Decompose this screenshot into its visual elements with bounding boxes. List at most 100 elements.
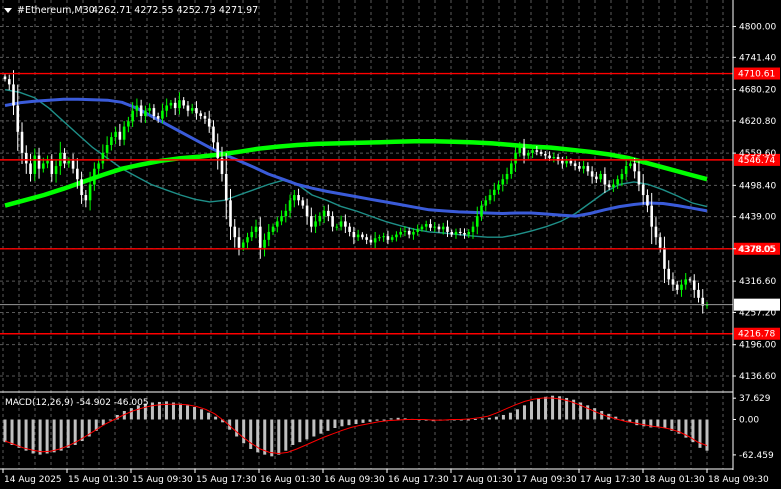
candle-body xyxy=(67,160,71,164)
candle-body xyxy=(369,239,373,243)
candle-body xyxy=(697,289,700,298)
macd-histogram-bar xyxy=(558,396,562,420)
candle-body xyxy=(288,200,292,211)
candle-body xyxy=(365,237,368,240)
candle-body xyxy=(195,108,198,114)
candle-body xyxy=(63,152,66,164)
candle-body xyxy=(684,279,688,285)
candle-body xyxy=(471,226,475,232)
price-tick-label: 4136.60 xyxy=(739,372,776,382)
candle-body xyxy=(607,184,611,188)
candle-body xyxy=(535,150,539,152)
macd-histogram-bar xyxy=(298,419,302,443)
macd-histogram-bar xyxy=(150,402,154,420)
price-chart[interactable]: 4710.614546.744378.054216.784271.97 14 A… xyxy=(0,0,781,489)
ohlc-label: 4262.71 4272.55 4252.73 4271.97 xyxy=(92,5,258,16)
candle-body xyxy=(246,237,249,243)
price-tick-label: 4439.00 xyxy=(739,213,776,223)
chart-header: #Ethereum,M30 4262.71 4272.55 4252.73 42… xyxy=(4,5,258,16)
candle-body xyxy=(352,231,356,238)
candle-body xyxy=(578,166,581,169)
candle-body xyxy=(331,216,334,227)
candle-body xyxy=(599,173,602,180)
candle-body xyxy=(339,221,343,227)
candle-body xyxy=(24,152,28,164)
macd-histogram-bar xyxy=(361,419,365,423)
macd-histogram-bar xyxy=(537,397,541,420)
candle-body xyxy=(301,200,305,206)
candle-body xyxy=(590,171,594,177)
candle-body xyxy=(437,226,441,230)
candle-body xyxy=(446,226,449,232)
candle-body xyxy=(403,230,407,232)
macd-histogram-bar xyxy=(24,419,28,451)
candle-body xyxy=(165,105,168,111)
candle-body xyxy=(156,116,160,119)
macd-histogram-bar xyxy=(59,419,63,451)
candle-body xyxy=(114,131,117,138)
macd-histogram-bar xyxy=(277,419,281,455)
candle-body xyxy=(16,105,20,132)
macd-histogram-bar xyxy=(389,418,393,420)
macd-histogram-bar xyxy=(347,419,351,426)
candle-body xyxy=(650,205,653,227)
macd-tick-label: 37.629 xyxy=(739,394,771,404)
macd-histogram-bar xyxy=(600,411,604,420)
candle-body xyxy=(88,184,92,201)
candle-body xyxy=(624,166,628,174)
macd-histogram-bar xyxy=(705,419,709,451)
candle-body xyxy=(569,160,573,164)
candle-body xyxy=(327,210,330,217)
candle-body xyxy=(518,147,522,153)
candle-body xyxy=(429,224,432,228)
price-tick-label: 4800.00 xyxy=(739,22,776,32)
candle-body xyxy=(305,205,309,217)
time-tick-label: 18 Aug 09:30 xyxy=(708,475,769,485)
candle-body xyxy=(424,224,428,227)
candle-body xyxy=(237,237,241,248)
candle-body xyxy=(46,160,49,164)
time-tick-label: 16 Aug 17:30 xyxy=(388,475,449,485)
candle-body xyxy=(76,168,79,180)
candle-body xyxy=(310,216,313,227)
candle-body xyxy=(637,171,641,185)
macd-histogram-bar xyxy=(66,419,70,448)
candle-body xyxy=(667,268,671,280)
candle-body xyxy=(629,163,632,167)
macd-histogram-bar xyxy=(340,419,344,427)
macd-histogram-bar xyxy=(263,419,267,455)
candle-body xyxy=(552,157,556,159)
candle-body xyxy=(573,163,577,167)
price-tick-label: 4741.40 xyxy=(739,53,776,63)
macd-histogram-bar xyxy=(466,419,470,421)
candle-body xyxy=(267,231,271,240)
candle-body xyxy=(37,155,41,169)
candle-body xyxy=(633,163,636,172)
macd-histogram-bar xyxy=(333,419,337,428)
candle-body xyxy=(620,173,624,180)
macd-histogram-bar xyxy=(319,419,323,434)
macd-histogram-bar xyxy=(186,405,190,420)
macd-histogram-bar xyxy=(235,419,239,437)
candle-body xyxy=(105,144,109,153)
time-tick-label: 14 Aug 2025 xyxy=(4,475,62,485)
price-tick-label: 4196.00 xyxy=(739,341,776,351)
macd-histogram-bar xyxy=(129,408,133,420)
time-tick-label: 15 Aug 09:30 xyxy=(132,475,193,485)
symbol-label: #Ethereum,M30 xyxy=(17,5,95,16)
candle-body xyxy=(680,284,683,290)
macd-histogram-bar xyxy=(52,419,56,453)
macd-histogram-bar xyxy=(17,419,21,448)
candle-body xyxy=(224,173,228,201)
macd-histogram-bar xyxy=(45,419,49,454)
candle-body xyxy=(127,121,130,127)
candle-body xyxy=(207,118,211,127)
candle-body xyxy=(671,279,675,285)
candle-body xyxy=(458,231,462,233)
macd-histogram-bar xyxy=(368,419,372,422)
candle-body xyxy=(144,110,147,117)
candle-body xyxy=(216,142,220,159)
time-tick-label: 17 Aug 09:30 xyxy=(516,475,577,485)
candle-body xyxy=(654,226,658,238)
candle-body xyxy=(412,231,415,235)
